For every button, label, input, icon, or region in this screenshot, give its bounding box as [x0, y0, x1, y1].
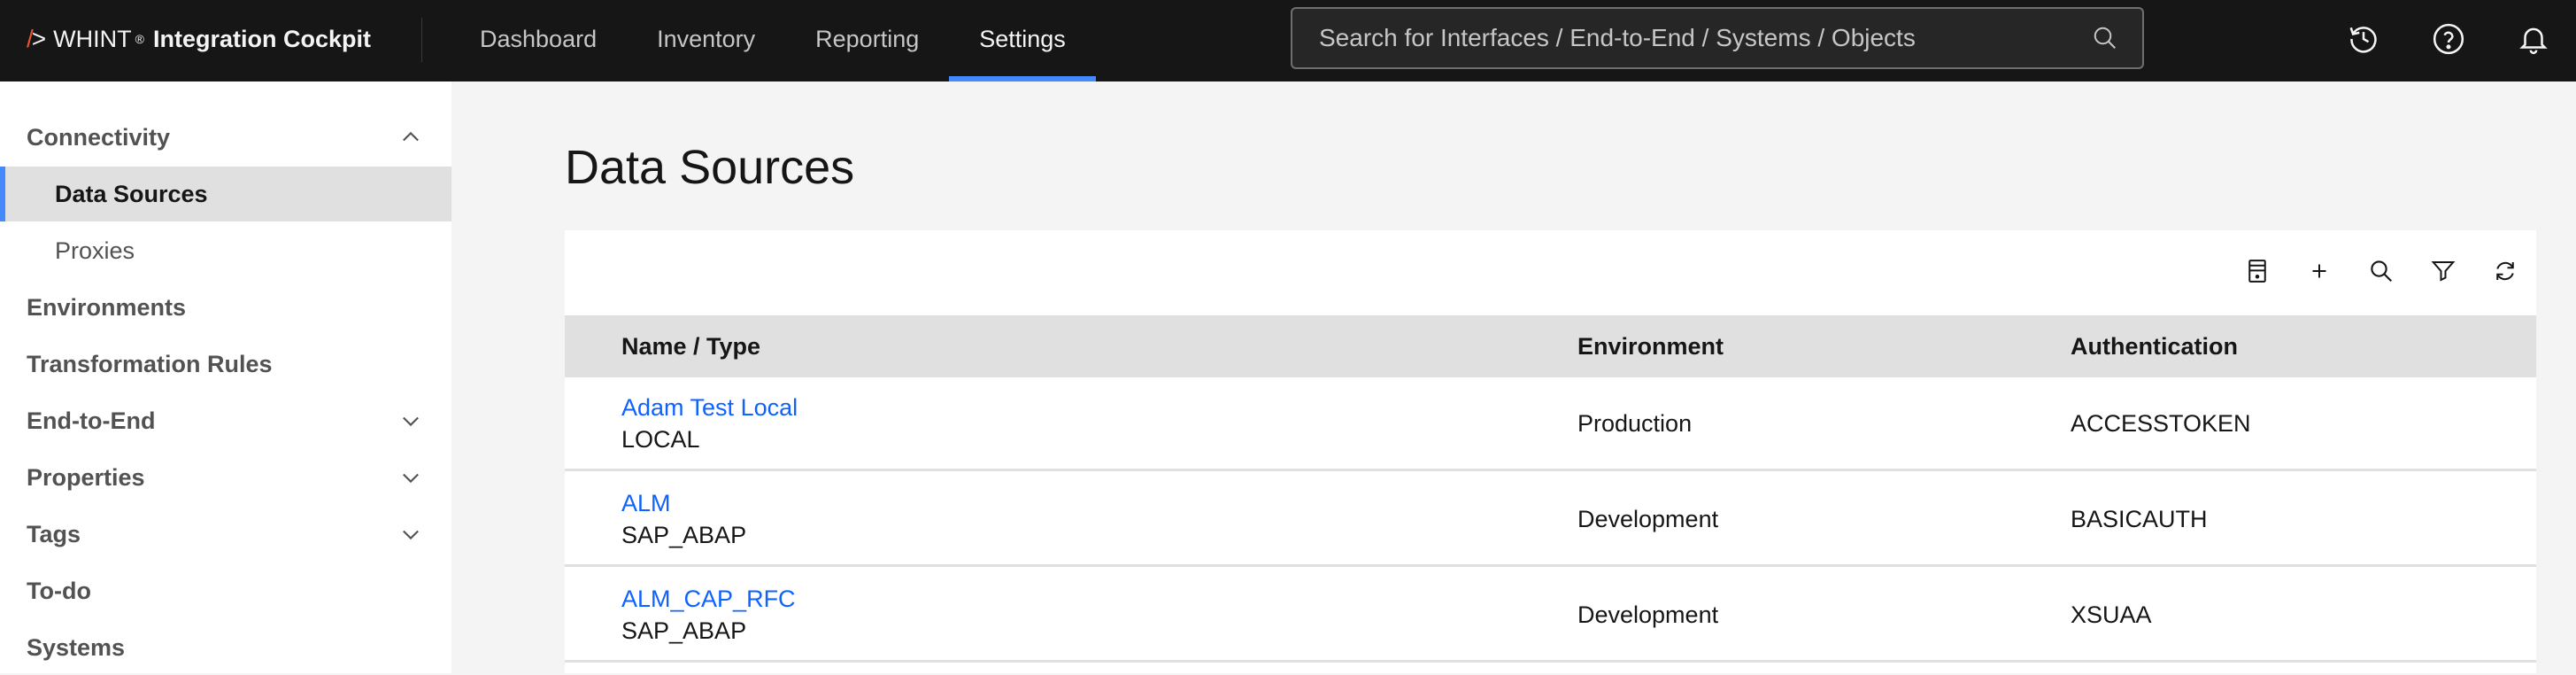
sidebar-item-proxies[interactable]: Proxies	[0, 223, 451, 278]
header-actions	[2321, 0, 2576, 78]
data-source-link[interactable]: Adam Test Local	[621, 392, 798, 423]
add-icon[interactable]	[2288, 243, 2350, 299]
cell-environment: Development	[1577, 505, 1719, 532]
nav-reporting[interactable]: Reporting	[785, 0, 949, 78]
sidebar-item-properties[interactable]: Properties	[0, 450, 451, 505]
refresh-icon[interactable]	[2474, 243, 2536, 299]
sidebar-item-label: Tags	[27, 520, 81, 547]
cell-name-type: ALM SAP_ABAP	[621, 487, 746, 551]
table-header: Name / Type Environment Authentication	[565, 315, 2536, 377]
sidebar-item-end-to-end[interactable]: End-to-End	[0, 393, 451, 448]
sidebar-item-environments[interactable]: Environments	[0, 280, 451, 335]
cell-authentication: ACCESSTOKEN	[2071, 409, 2251, 437]
notification-icon[interactable]	[2491, 0, 2576, 78]
chevron-up-icon	[403, 131, 419, 142]
column-header-authentication[interactable]: Authentication	[2071, 315, 2238, 377]
datasource-icon[interactable]	[2226, 243, 2288, 299]
brand-logo[interactable]: /> WHINT ® Integration Cockpit	[27, 0, 371, 78]
search-input[interactable]	[1292, 8, 2087, 68]
main-nav: Dashboard Inventory Reporting Settings	[450, 0, 1096, 81]
brand-name: WHINT	[53, 25, 132, 52]
table-row[interactable]: ALM SAP_ABAP Development BASICAUTH	[565, 473, 2536, 567]
topbar-divider	[421, 18, 422, 62]
sidebar-item-connectivity[interactable]: Connectivity	[0, 110, 451, 165]
sidebar-item-label: Systems	[27, 633, 126, 661]
global-search	[1291, 7, 2144, 69]
cell-environment: Development	[1577, 601, 1719, 628]
brand-mark: />	[27, 25, 46, 52]
top-bar: /> WHINT ® Integration Cockpit Dashboard …	[0, 0, 2576, 81]
data-source-type: SAP_ABAP	[621, 522, 747, 548]
search-icon[interactable]	[2087, 20, 2123, 56]
table-row[interactable]: Adam Test Local LOCAL Production ACCESST…	[565, 377, 2536, 471]
cell-authentication: BASICAUTH	[2071, 505, 2208, 532]
sidebar-item-label: To-do	[27, 577, 91, 604]
cell-name-type: Adam Test Local LOCAL	[621, 392, 798, 455]
nav-inventory[interactable]: Inventory	[627, 0, 785, 78]
filter-icon[interactable]	[2412, 243, 2474, 299]
sidebar-item-data-sources[interactable]: Data Sources	[0, 167, 451, 221]
cell-environment: Production	[1577, 409, 1693, 437]
sidebar-item-label: Environments	[27, 293, 187, 321]
data-source-link[interactable]: ALM	[621, 487, 746, 519]
nav-dashboard[interactable]: Dashboard	[450, 0, 627, 78]
cell-authentication: XSUAA	[2071, 601, 2152, 628]
data-sources-table: Name / Type Environment Authentication A…	[565, 230, 2536, 673]
chevron-down-icon	[403, 416, 419, 427]
column-header-name-type[interactable]: Name / Type	[621, 315, 760, 377]
data-source-link[interactable]: ALM_CAP_RFC	[621, 583, 796, 615]
settings-sidebar: Connectivity Data Sources Proxies Enviro…	[0, 81, 451, 673]
table-row[interactable]: ALM_CAP_RFC SAP_ABAP Development XSUAA	[565, 569, 2536, 663]
brand-registered: ®	[135, 32, 144, 46]
history-icon[interactable]	[2321, 0, 2406, 78]
column-header-environment[interactable]: Environment	[1577, 315, 1724, 377]
sidebar-item-tags[interactable]: Tags	[0, 507, 451, 562]
help-icon[interactable]	[2406, 0, 2491, 78]
data-source-type: SAP_ABAP	[621, 617, 747, 644]
sidebar-item-label: Connectivity	[27, 123, 171, 151]
chevron-down-icon	[403, 473, 419, 484]
sidebar-item-label: End-to-End	[27, 407, 156, 434]
search-icon[interactable]	[2350, 243, 2412, 299]
sidebar-item-to-do[interactable]: To-do	[0, 563, 451, 618]
sidebar-item-systems[interactable]: Systems	[0, 620, 451, 675]
page-title: Data Sources	[565, 141, 855, 194]
chevron-down-icon	[403, 530, 419, 540]
sidebar-item-label: Properties	[27, 463, 145, 491]
brand-product: Integration Cockpit	[152, 25, 371, 52]
cell-name-type: ALM_CAP_RFC SAP_ABAP	[621, 583, 796, 647]
table-toolbar	[2226, 243, 2536, 299]
sidebar-item-label: Transformation Rules	[27, 350, 273, 377]
nav-settings[interactable]: Settings	[949, 0, 1096, 81]
data-source-type: LOCAL	[621, 426, 700, 453]
sidebar-item-transformation-rules[interactable]: Transformation Rules	[0, 337, 451, 392]
